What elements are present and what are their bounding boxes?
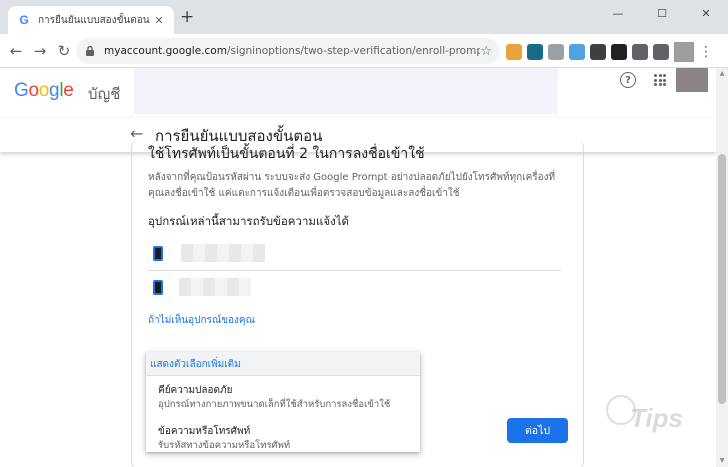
extension-6-icon[interactable] (611, 44, 627, 60)
reload-button[interactable]: ↻ (52, 39, 76, 63)
extension-2-icon[interactable] (527, 44, 543, 60)
option-security-key[interactable]: คีย์ความปลอดภัย อุปกรณ์ทางกายภาพขนาดเล็ก… (146, 380, 420, 415)
phone-icon (153, 245, 163, 261)
scrollbar-thumb[interactable] (718, 154, 726, 404)
close-tab-icon[interactable]: ✕ (152, 14, 166, 27)
more-options-header[interactable]: แสดงตัวเลือกเพิ่มเติม (146, 352, 420, 376)
extension-4-icon[interactable] (569, 44, 585, 60)
app-header: Google บัญชี ? (0, 68, 716, 118)
forward-button[interactable]: → (28, 39, 52, 63)
more-vert-icon[interactable]: ⋮ (699, 44, 713, 60)
extension-3-icon[interactable] (548, 44, 564, 60)
close-window-button[interactable]: ✕ (684, 0, 728, 26)
device-row (148, 270, 561, 304)
scroll-up-icon[interactable]: ▲ (716, 68, 728, 80)
lock-icon (86, 45, 94, 56)
section-title: ใช้โทรศัพท์เป็นขั้นตอนที่ 2 ในการลงชื่อเ… (148, 146, 425, 162)
more-options-menu: แสดงตัวเลือกเพิ่มเติม คีย์ความปลอดภัย อุ… (146, 352, 420, 452)
option-title: ข้อความหรือโทรศัพท์ (158, 426, 251, 437)
url-host: myaccount.google.com (104, 45, 227, 57)
minimize-button[interactable]: — (596, 0, 640, 26)
watermark-logo: Tips (606, 395, 710, 443)
bookmark-star-icon[interactable]: ☆ (480, 44, 492, 59)
devices-heading: อุปกรณ์เหล่านี้สามารถรับข้อความแจ้งได้ (148, 214, 349, 228)
scroll-down-icon[interactable]: ▼ (716, 455, 728, 467)
extension-7-icon[interactable] (632, 44, 648, 60)
tab-strip: G การยืนยันแบบสองขั้นตอน ✕ + — ☐ ✕ (0, 0, 728, 34)
help-icon[interactable]: ? (620, 72, 636, 88)
next-button[interactable]: ต่อไป (507, 418, 568, 443)
vertical-scrollbar[interactable]: ▲ ▼ (716, 68, 728, 467)
tab-title: การยืนยันแบบสองขั้นตอน (38, 14, 150, 26)
option-text-or-call[interactable]: ข้อความหรือโทรศัพท์ รับรหัสทางข้อความหรื… (146, 421, 420, 456)
section-description: หลังจากที่คุณป้อนรหัสผ่าน ระบบจะส่ง Goog… (148, 172, 556, 199)
extension-5-icon[interactable] (590, 44, 606, 60)
option-title: คีย์ความปลอดภัย (158, 385, 233, 396)
phone-icon (153, 279, 163, 295)
google-favicon-icon: G (19, 13, 29, 27)
browser-toolbar: ← → ↻ myaccount.google.com/signinoptions… (0, 34, 728, 68)
option-description: รับรหัสทางข้อความหรือโทรศัพท์ (158, 440, 291, 451)
page-content: Google บัญชี ? ← การยืนยันแบบสองขั้นตอน … (0, 68, 716, 467)
profile-avatar[interactable] (674, 42, 694, 62)
address-bar[interactable]: myaccount.google.com/signinoptions/two-s… (76, 38, 500, 64)
missing-device-link[interactable]: ถ้าไม่เห็นอุปกรณ์ของคุณ (148, 313, 255, 328)
extensions-puzzle-icon[interactable] (653, 44, 669, 60)
back-button[interactable]: ← (4, 39, 28, 63)
url-path: /signinoptions/two-step-verification/enr… (226, 45, 481, 57)
watermark-text: Tips (630, 403, 683, 433)
device-name-redacted (181, 244, 265, 262)
maximize-button[interactable]: ☐ (640, 0, 684, 26)
avatar[interactable] (676, 68, 708, 92)
new-tab-button[interactable]: + (180, 9, 194, 26)
extensions-row: ⋮ (506, 42, 713, 62)
option-description: อุปกรณ์ทางกายภาพขนาดเล็กที่ใช้สำหรับการล… (158, 399, 391, 410)
device-name-redacted (179, 278, 251, 296)
device-row (148, 236, 561, 271)
url-text: myaccount.google.com/signinoptions/two-s… (104, 45, 480, 57)
window-controls: — ☐ ✕ (596, 0, 728, 26)
browser-tab[interactable]: G การยืนยันแบบสองขั้นตอน ✕ (8, 6, 174, 34)
apps-grid-icon[interactable] (654, 74, 666, 86)
extension-1-icon[interactable] (506, 44, 522, 60)
